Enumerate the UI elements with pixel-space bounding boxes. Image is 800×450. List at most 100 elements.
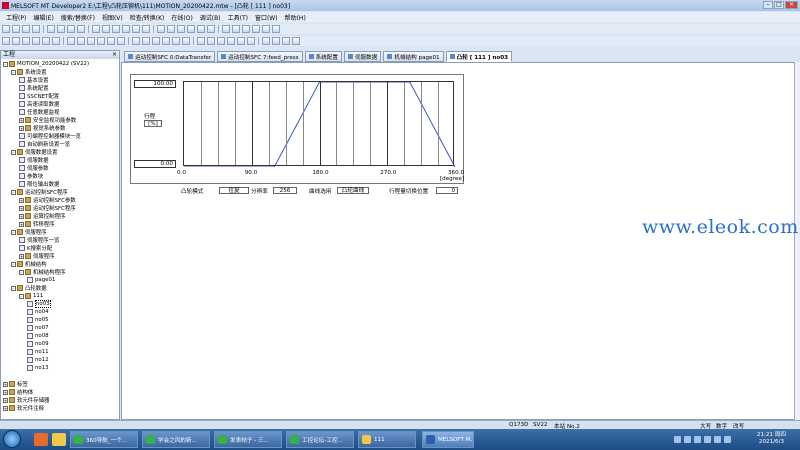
toolbar-button-icon[interactable] (262, 25, 270, 33)
tree-item[interactable]: no12 (27, 356, 49, 364)
toolbar-button-icon[interactable] (92, 25, 100, 33)
toolbar-button-icon[interactable] (187, 25, 195, 33)
tree-item[interactable]: 自动刷新设置一览 (19, 140, 70, 148)
tree-item[interactable]: + 安全监视功能参数 (19, 116, 76, 124)
tree-item[interactable]: - 运动控制SFC程序 (11, 188, 68, 196)
tree-item[interactable]: - 机械结构程序 (19, 268, 65, 276)
tab-0[interactable]: 运动控制SFC 0:DataTransfer (124, 51, 216, 62)
toolbar-button-icon[interactable] (142, 25, 150, 33)
expand-icon[interactable]: + (3, 405, 8, 411)
toolbar-button-icon[interactable] (227, 37, 235, 45)
tree-item[interactable]: 伺服参数 (19, 164, 49, 172)
toolbar-button-icon[interactable] (247, 37, 255, 45)
menu-item[interactable]: 工具(T) (228, 13, 248, 22)
toolbar-button-icon[interactable] (262, 37, 270, 45)
menu-item[interactable]: 在线(O) (171, 13, 192, 22)
resolution-value[interactable]: 256 (273, 187, 297, 194)
toolbar-button-icon[interactable] (252, 25, 260, 33)
toolbar-button-icon[interactable] (207, 25, 215, 33)
tree-item[interactable]: no05 (27, 316, 49, 324)
toolbar-button-icon[interactable] (107, 37, 115, 45)
toolbar-button-icon[interactable] (2, 25, 10, 33)
toolbar-button-icon[interactable] (47, 25, 55, 33)
tree-item[interactable]: + 运算控制程序 (19, 212, 65, 220)
tree-item[interactable]: - MOTION_20200422 (SV22) (3, 60, 89, 68)
toolbar-button-icon[interactable] (42, 37, 50, 45)
toolbar-button-icon[interactable] (102, 25, 110, 33)
close-button[interactable]: × (785, 1, 798, 9)
toolbar-button-icon[interactable] (292, 37, 300, 45)
tree-item-selected[interactable]: no03 (27, 300, 51, 308)
tree-item[interactable]: no04 (27, 308, 49, 316)
tree-item[interactable]: no11 (27, 348, 49, 356)
toolbar-button-icon[interactable] (152, 37, 160, 45)
tree-item[interactable]: 系统配置 (19, 84, 49, 92)
tab-3[interactable]: 伺服数据 (343, 51, 382, 62)
clock[interactable]: 21:21 周四 2021/6/3 (757, 432, 786, 446)
tree-item[interactable]: no09 (27, 340, 49, 348)
tree-item[interactable]: no08 (27, 332, 49, 340)
toolbar-button-icon[interactable] (67, 37, 75, 45)
tree-item[interactable]: - 凸轮数据 (11, 284, 47, 292)
toolbar-button-icon[interactable] (172, 37, 180, 45)
tree-item[interactable]: 基本设置 (19, 76, 49, 84)
maximize-button[interactable]: □ (774, 1, 784, 9)
toolbar-button-icon[interactable] (177, 25, 185, 33)
toolbar-button-icon[interactable] (67, 25, 75, 33)
collapse-icon[interactable]: - (11, 285, 16, 291)
expand-icon[interactable]: + (19, 253, 24, 259)
tab-2[interactable]: 系统配置 (304, 51, 342, 62)
taskbar-task[interactable]: 工控论坛-工控... (286, 431, 354, 448)
toolbar-button-icon[interactable] (122, 25, 130, 33)
toolbar-button-icon[interactable] (167, 25, 175, 33)
menu-item[interactable]: 检查/转换(K) (130, 13, 165, 22)
expand-icon[interactable]: + (19, 213, 24, 219)
tray-icon-1[interactable] (674, 436, 681, 443)
tree-item[interactable]: - 伺服数据设置 (11, 148, 57, 156)
tree-item[interactable]: no13 (27, 364, 49, 372)
taskbar-task[interactable]: 111 (358, 431, 416, 448)
vertical-scrollbar[interactable] (794, 62, 800, 420)
minimize-button[interactable]: – (763, 1, 773, 9)
collapse-icon[interactable]: - (11, 69, 16, 75)
collapse-icon[interactable]: - (11, 229, 16, 235)
tree-item[interactable]: + 运动控制SFC参数 (19, 196, 76, 204)
menu-item[interactable]: 工程(P) (6, 13, 26, 22)
toolbar-button-icon[interactable] (142, 37, 150, 45)
toolbar-button-icon[interactable] (97, 37, 105, 45)
toolbar-button-icon[interactable] (87, 37, 95, 45)
toolbar-button-icon[interactable] (232, 25, 240, 33)
tree-item[interactable]: + 软元件存储器 (3, 396, 49, 404)
expand-icon[interactable]: + (19, 197, 24, 203)
tree-item[interactable]: + 伺服程序 (19, 252, 55, 260)
toolbar-button-icon[interactable] (197, 37, 205, 45)
toolbar-button-icon[interactable] (132, 37, 140, 45)
toolbar-button-icon[interactable] (217, 37, 225, 45)
collapse-icon[interactable]: - (11, 189, 16, 195)
stroke-switch-value[interactable]: 0 (436, 187, 458, 194)
menu-item[interactable]: 窗口(W) (255, 13, 278, 22)
expand-icon[interactable]: + (3, 397, 8, 403)
toolbar-button-icon[interactable] (272, 25, 280, 33)
menu-item[interactable]: 搜索/替换(F) (61, 13, 95, 22)
tree-item[interactable]: 高速读取数据 (19, 100, 59, 108)
toolbar-button-icon[interactable] (132, 25, 140, 33)
taskbar-task[interactable]: 360导航_一个... (70, 431, 138, 448)
tree-item[interactable]: 可编程控制器模块一览 (19, 132, 81, 140)
tree-item[interactable]: + 标签 (3, 380, 28, 388)
toolbar-button-icon[interactable] (2, 37, 10, 45)
tree-item[interactable]: - 111 (19, 292, 43, 300)
tree-item[interactable]: + 软元件注释 (3, 404, 44, 412)
toolbar-button-icon[interactable] (197, 25, 205, 33)
tree-item[interactable]: 参数块 (19, 172, 43, 180)
expand-icon[interactable]: + (19, 125, 24, 131)
taskbar-task[interactable]: 发表帖子 - 三... (214, 431, 282, 448)
menu-item[interactable]: 帮助(H) (285, 13, 306, 22)
tree-item[interactable]: - 机械结构 (11, 260, 47, 268)
toolbar-button-icon[interactable] (22, 25, 30, 33)
taskbar-task[interactable]: MELSOFT M... (422, 431, 474, 448)
collapse-icon[interactable]: - (19, 293, 24, 299)
toolbar-button-icon[interactable] (282, 37, 290, 45)
tree-item[interactable]: 伺服数据 (19, 156, 49, 164)
collapse-icon[interactable]: - (19, 269, 24, 275)
